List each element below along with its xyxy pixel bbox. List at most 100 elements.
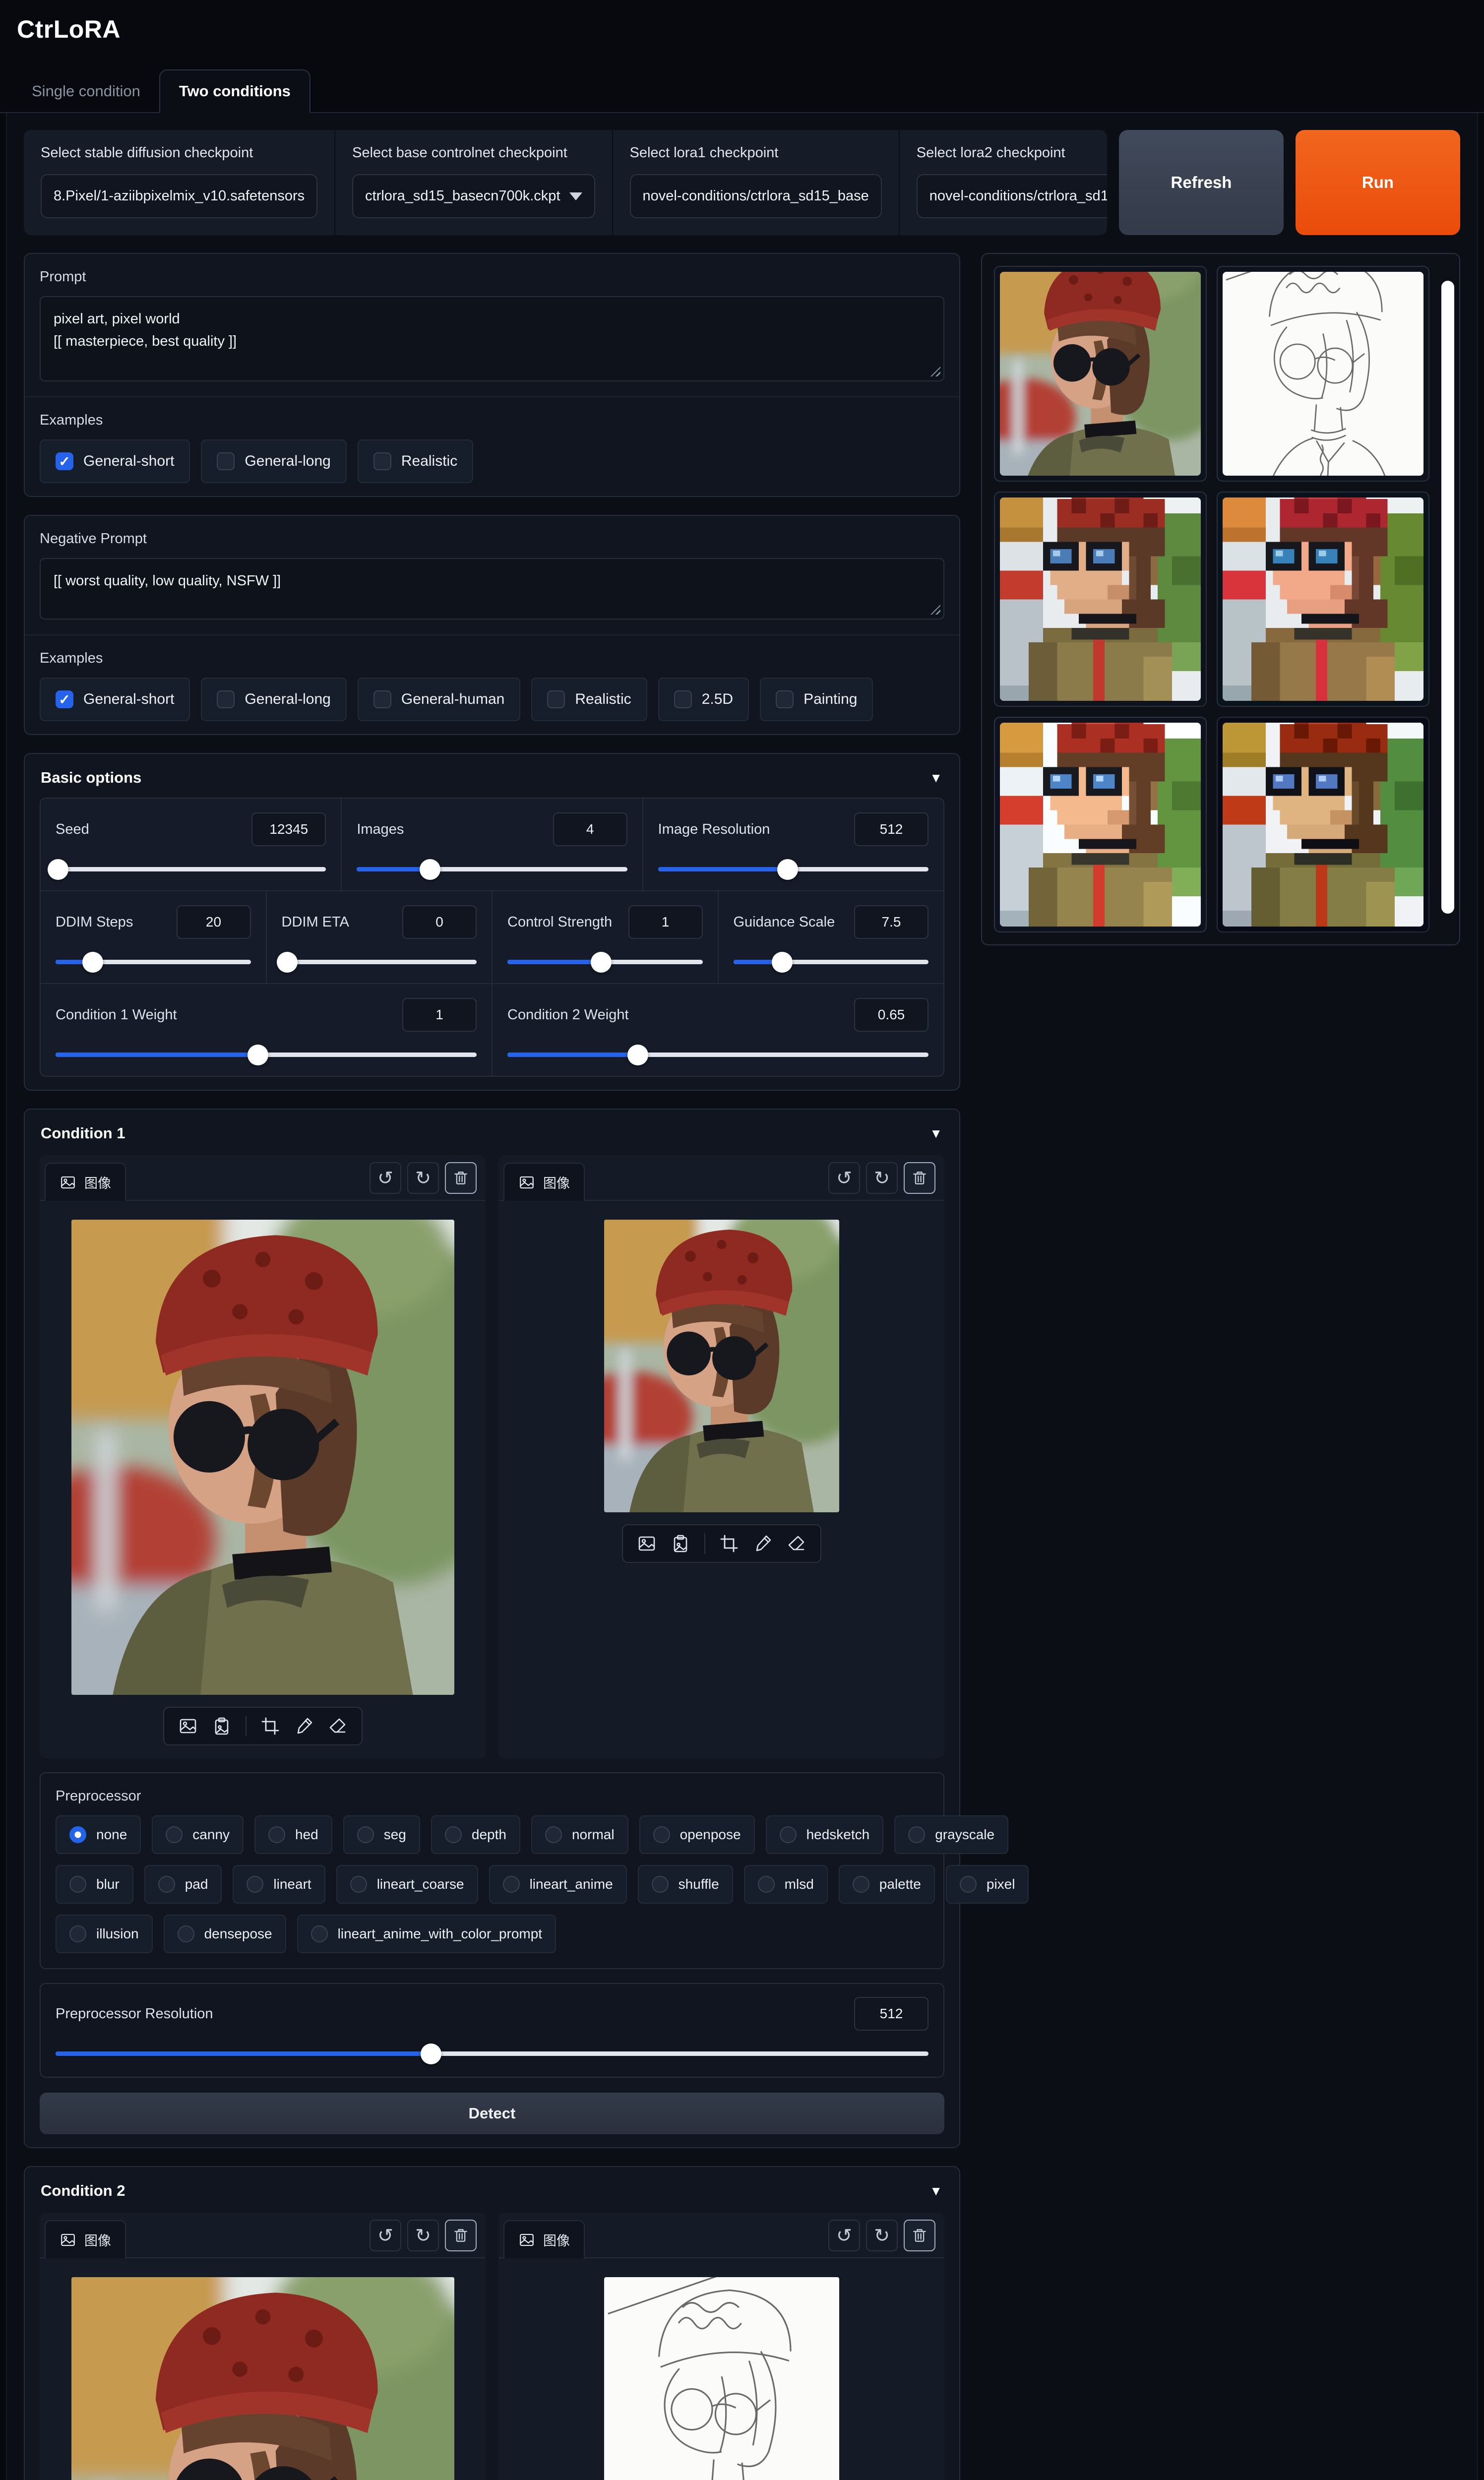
checkbox-general-short[interactable]: General-short	[40, 439, 190, 483]
upload-image-icon[interactable]	[637, 1534, 657, 1553]
preprocessor-lineart-anime[interactable]: lineart_anime	[489, 1865, 627, 1904]
negative-prompt-textarea[interactable]	[40, 558, 944, 620]
collapse-icon[interactable]: ▼	[929, 2183, 942, 2199]
seed-slider[interactable]	[56, 867, 326, 871]
condition2-lineart-image[interactable]	[604, 2277, 839, 2480]
checkbox-general-long[interactable]: General-long	[201, 678, 346, 721]
undo-button[interactable]: ↺	[828, 2220, 860, 2251]
condition1-processed-image[interactable]	[604, 1220, 839, 1512]
eraser-icon[interactable]	[787, 1534, 806, 1553]
image-tab[interactable]: 图像	[45, 1163, 126, 1201]
preprocessor-seg[interactable]: seg	[343, 1815, 420, 1854]
tab-two-conditions[interactable]: Two conditions	[159, 69, 310, 113]
redo-button[interactable]: ↻	[866, 1162, 898, 1194]
controlnet-checkpoint-dropdown[interactable]: ctrlora_sd15_basecn700k.ckpt	[352, 174, 595, 218]
preprocessor-grayscale[interactable]: grayscale	[894, 1815, 1008, 1854]
brush-icon[interactable]	[294, 1716, 314, 1736]
preprocessor-mlsd[interactable]: mlsd	[744, 1865, 828, 1904]
run-button[interactable]: Run	[1296, 130, 1460, 235]
clear-image-button[interactable]	[445, 1162, 477, 1194]
preprocessor-canny[interactable]: canny	[152, 1815, 244, 1854]
upload-image-icon[interactable]	[178, 1716, 198, 1736]
preprocessor-lineart-anime-with-color-prompt[interactable]: lineart_anime_with_color_prompt	[297, 1915, 556, 1953]
preprocessor-normal[interactable]: normal	[531, 1815, 628, 1854]
preprocessor-densepose[interactable]: densepose	[164, 1915, 286, 1953]
undo-button[interactable]: ↺	[370, 2220, 401, 2251]
tab-single-condition[interactable]: Single condition	[13, 70, 159, 112]
gallery-item-photo[interactable]	[994, 266, 1207, 482]
ddim-eta-slider[interactable]	[282, 960, 477, 964]
preprocessor-none[interactable]: none	[56, 1815, 141, 1854]
preprocessor-hed[interactable]: hed	[254, 1815, 332, 1854]
lora2-checkpoint-dropdown[interactable]: novel-conditions/ctrlora_sd15_base	[917, 174, 1107, 218]
image-tab[interactable]: 图像	[45, 2220, 126, 2258]
control-strength-input[interactable]: 1	[628, 905, 703, 939]
preprocessor-shuffle[interactable]: shuffle	[638, 1865, 733, 1904]
preprocessor-pixel[interactable]: pixel	[946, 1865, 1029, 1904]
preprocessor-resolution-slider[interactable]	[56, 2051, 928, 2056]
sd-checkpoint-dropdown[interactable]: 8.Pixel/1-aziibpixelmix_v10.safetensors	[41, 174, 317, 218]
detect-button[interactable]: Detect	[40, 2093, 944, 2134]
condition2-weight-slider[interactable]	[507, 1053, 928, 1057]
preprocessor-illusion[interactable]: illusion	[56, 1915, 153, 1953]
paste-clipboard-icon[interactable]	[212, 1716, 232, 1736]
checkbox-general-long[interactable]: General-long	[201, 439, 346, 483]
ddim-steps-input[interactable]: 20	[177, 905, 251, 939]
undo-button[interactable]: ↺	[828, 1162, 860, 1194]
clear-image-button[interactable]	[904, 2220, 935, 2251]
prompt-textarea[interactable]	[40, 296, 944, 381]
gallery-item-pixel-3[interactable]	[994, 717, 1207, 932]
redo-button[interactable]: ↻	[866, 2220, 898, 2251]
collapse-icon[interactable]: ▼	[929, 770, 942, 786]
checkbox-25d[interactable]: 2.5D	[658, 678, 749, 721]
guidance-scale-input[interactable]: 7.5	[854, 905, 928, 939]
images-slider[interactable]	[357, 867, 627, 871]
crop-icon[interactable]	[260, 1716, 280, 1736]
gallery-item-pixel-2[interactable]	[1217, 492, 1429, 707]
preprocessor-palette[interactable]: palette	[839, 1865, 935, 1904]
crop-icon[interactable]	[719, 1534, 739, 1553]
checkbox-general-human[interactable]: General-human	[358, 678, 520, 721]
preprocessor-pad[interactable]: pad	[144, 1865, 222, 1904]
undo-button[interactable]: ↺	[370, 1162, 401, 1194]
ddim-eta-input[interactable]: 0	[402, 905, 477, 939]
image-resolution-input[interactable]: 512	[854, 812, 928, 846]
clear-image-button[interactable]	[445, 2220, 477, 2251]
clear-image-button[interactable]	[904, 1162, 935, 1194]
refresh-button[interactable]: Refresh	[1119, 130, 1284, 235]
image-tab[interactable]: 图像	[503, 1163, 585, 1201]
collapse-icon[interactable]: ▼	[929, 1126, 942, 1141]
gallery-item-pixel-4[interactable]	[1217, 717, 1429, 932]
gallery-scrollbar[interactable]	[1441, 281, 1454, 914]
preprocessor-openpose[interactable]: openpose	[639, 1815, 755, 1854]
images-input[interactable]: 4	[553, 812, 627, 846]
control-strength-slider[interactable]	[507, 960, 703, 964]
preprocessor-resolution-input[interactable]: 512	[854, 1997, 928, 2031]
preprocessor-lineart-coarse[interactable]: lineart_coarse	[336, 1865, 478, 1904]
gallery-item-lineart[interactable]	[1217, 266, 1429, 482]
seed-input[interactable]: 12345	[251, 812, 326, 846]
preprocessor-hedsketch[interactable]: hedsketch	[766, 1815, 884, 1854]
paste-clipboard-icon[interactable]	[671, 1534, 690, 1553]
ddim-steps-slider[interactable]	[56, 960, 251, 964]
redo-button[interactable]: ↻	[407, 2220, 439, 2251]
redo-button[interactable]: ↻	[407, 1162, 439, 1194]
image-resolution-slider[interactable]	[658, 867, 928, 871]
checkbox-painting[interactable]: Painting	[760, 678, 873, 721]
preprocessor-blur[interactable]: blur	[56, 1865, 133, 1904]
gallery-item-pixel-1[interactable]	[994, 492, 1207, 707]
brush-icon[interactable]	[753, 1534, 773, 1553]
eraser-icon[interactable]	[328, 1716, 348, 1736]
condition2-weight-input[interactable]: 0.65	[854, 998, 928, 1032]
condition2-source-image[interactable]	[71, 2277, 454, 2480]
preprocessor-lineart[interactable]: lineart	[233, 1865, 325, 1904]
image-tab[interactable]: 图像	[503, 2220, 585, 2258]
checkbox-realistic[interactable]: Realistic	[531, 678, 647, 721]
condition1-source-image[interactable]	[71, 1220, 454, 1695]
guidance-scale-slider[interactable]	[734, 960, 929, 964]
checkbox-general-short[interactable]: General-short	[40, 678, 190, 721]
lora1-checkpoint-dropdown[interactable]: novel-conditions/ctrlora_sd15_base	[630, 174, 882, 218]
condition1-weight-input[interactable]: 1	[402, 998, 477, 1032]
checkbox-realistic[interactable]: Realistic	[358, 439, 473, 483]
preprocessor-depth[interactable]: depth	[431, 1815, 520, 1854]
